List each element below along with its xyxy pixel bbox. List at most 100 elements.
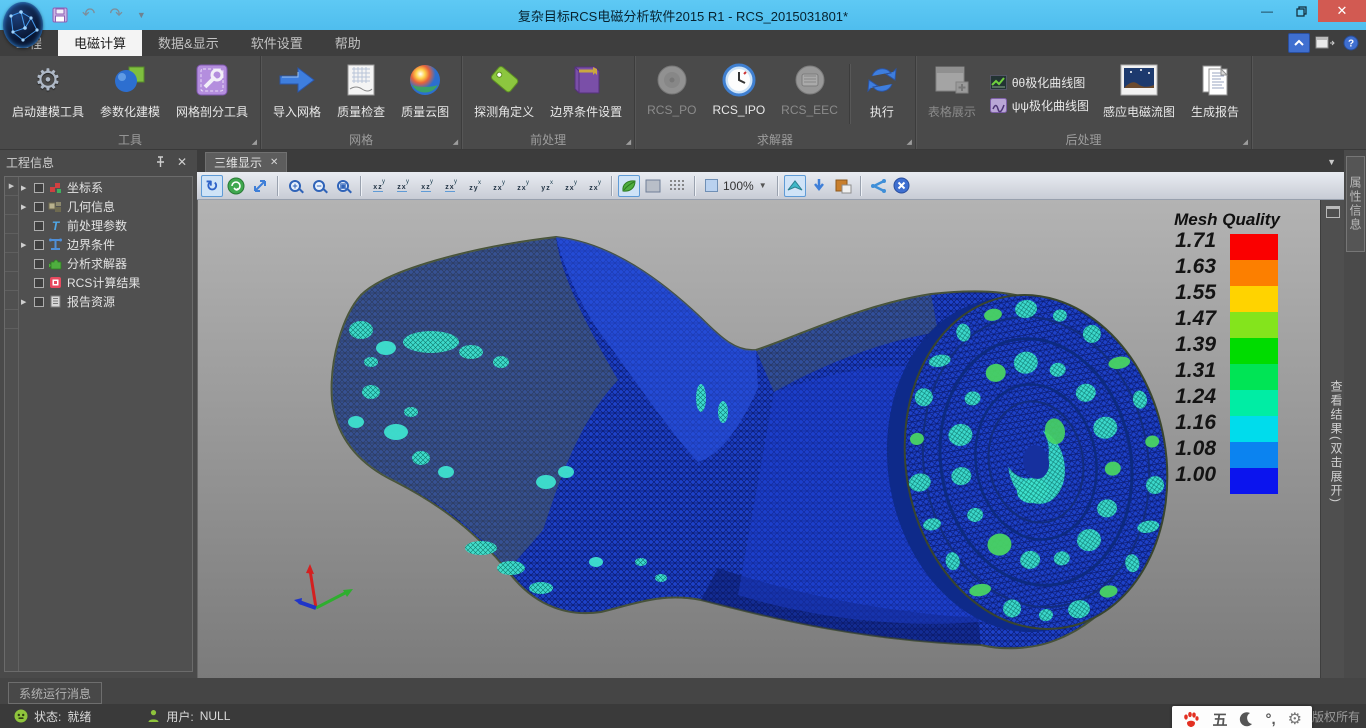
view-button-1[interactable]: yxz: [367, 175, 389, 197]
switch-window-icon[interactable]: [1314, 33, 1336, 53]
results-strip[interactable]: 查看结果(双击展开): [1320, 200, 1344, 678]
message-row: 系统运行消息: [0, 678, 1366, 704]
group-expand-icon[interactable]: ◢: [252, 138, 257, 146]
points-icon[interactable]: [666, 175, 688, 197]
tree-checkbox[interactable]: [34, 183, 44, 193]
zoom-fit-icon[interactable]: ▣: [332, 175, 354, 197]
ribbon-button-导入网格[interactable]: 导入网格: [265, 58, 329, 130]
expander-icon[interactable]: ▶: [21, 241, 30, 249]
tree-checkbox[interactable]: [34, 221, 44, 231]
menu-tab-电磁计算[interactable]: 电磁计算: [58, 30, 142, 56]
expander-icon[interactable]: ▶: [21, 203, 30, 211]
tree-checkbox[interactable]: [34, 240, 44, 250]
save-icon[interactable]: [52, 7, 68, 23]
ribbon-group-前处理: 探测角定义边界条件设置前处理◢: [462, 56, 635, 149]
restore-button[interactable]: [1284, 0, 1318, 22]
undo-icon[interactable]: ↶: [82, 5, 95, 25]
ime-toolbar[interactable]: 五 °, ⚙: [1172, 706, 1312, 728]
shade-flat-icon[interactable]: [642, 175, 664, 197]
project-panel-title: 工程信息: [6, 154, 155, 171]
menu-tab-数据&显示[interactable]: 数据&显示: [142, 30, 235, 56]
expander-icon[interactable]: ▶: [21, 184, 30, 192]
ime-wubi-mode[interactable]: 五: [1212, 709, 1227, 728]
tree-item-前处理参数[interactable]: T前处理参数: [19, 216, 192, 235]
ribbon-button-边界条件设置[interactable]: 边界条件设置: [542, 58, 630, 130]
view-button-7[interactable]: yzx: [511, 175, 533, 197]
flow-icon[interactable]: [867, 175, 889, 197]
ribbon-button-参数化建模[interactable]: 参数化建模: [92, 58, 168, 130]
tree-checkbox[interactable]: [34, 297, 44, 307]
pan-icon[interactable]: [249, 175, 271, 197]
viewport-3d[interactable]: Mesh Quality 1.711.631.551.471.391.311.2…: [197, 200, 1320, 678]
clip-icon[interactable]: [784, 175, 806, 197]
close-button[interactable]: ✕: [1318, 0, 1366, 22]
tree-checkbox[interactable]: [34, 259, 44, 269]
group-expand-icon[interactable]: ◢: [906, 138, 911, 146]
help-icon[interactable]: ?: [1340, 33, 1362, 53]
drop-arrow-icon[interactable]: [808, 175, 830, 197]
view-button-2[interactable]: yzx: [391, 175, 413, 197]
view-button-4[interactable]: yzx: [439, 175, 461, 197]
group-expand-icon[interactable]: ◢: [1243, 138, 1248, 146]
tree-item-label: 坐标系: [67, 179, 103, 196]
collapse-ribbon-icon[interactable]: [1288, 33, 1310, 53]
menu-tab-软件设置[interactable]: 软件设置: [235, 30, 319, 56]
ribbon-button-启动建模工具[interactable]: ⚙启动建模工具: [4, 58, 92, 130]
baidu-paw-icon[interactable]: [1182, 710, 1200, 728]
tree-item-几何信息[interactable]: ▶几何信息: [19, 197, 192, 216]
ribbon-group-label: 网格◢: [261, 130, 461, 149]
close-panel-icon[interactable]: ✕: [173, 155, 191, 169]
pin-icon[interactable]: [155, 156, 173, 168]
view-button-8[interactable]: xyz: [535, 175, 557, 197]
axis-triad-icon: [291, 560, 371, 622]
view-button-3[interactable]: yxz: [415, 175, 437, 197]
ribbon-button-质量检查[interactable]: 质量检查: [329, 58, 393, 130]
ribbon-button-感应电磁流图[interactable]: 感应电磁流图: [1095, 58, 1183, 130]
zoom-in-icon[interactable]: +: [284, 175, 306, 197]
ribbon-button-网格剖分工具[interactable]: 网格剖分工具: [168, 58, 256, 130]
view-button-10[interactable]: yzx: [583, 175, 605, 197]
ribbon-button-执行[interactable]: 执行: [853, 58, 911, 130]
tree-checkbox[interactable]: [34, 278, 44, 288]
ribbon-button-RCS_IPO[interactable]: RCS_IPO: [704, 58, 773, 130]
view-button-5[interactable]: xzy: [463, 175, 485, 197]
orbit-icon[interactable]: [225, 175, 247, 197]
menu-tab-帮助[interactable]: 帮助: [319, 30, 377, 56]
gear-icon: ⚙: [35, 60, 62, 100]
moon-icon[interactable]: [1239, 711, 1253, 727]
punct-icon[interactable]: °,: [1265, 711, 1275, 728]
minimize-button[interactable]: —: [1250, 0, 1284, 22]
ribbon-button-θθ极化曲线图[interactable]: θθ极化曲线图: [990, 74, 1089, 91]
scene-icon[interactable]: [832, 175, 854, 197]
ribbon-button-探测角定义[interactable]: 探测角定义: [466, 58, 542, 130]
tab-properties[interactable]: 属性信息: [1346, 156, 1365, 252]
zoom-out-icon[interactable]: −: [308, 175, 330, 197]
tree-item-报告资源[interactable]: ▶报告资源: [19, 292, 192, 311]
expander-icon[interactable]: ▶: [21, 298, 30, 306]
shade-smooth-icon[interactable]: [618, 175, 640, 197]
zoom-scale-select[interactable]: 100%▼: [701, 179, 771, 193]
tree-item-分析求解器[interactable]: 分析求解器: [19, 254, 192, 273]
tab-3d-display[interactable]: 三维显示 ✕: [205, 152, 287, 172]
ribbon-button-质量云图[interactable]: 质量云图: [393, 58, 457, 130]
legend-swatch: [1230, 364, 1278, 390]
view-button-6[interactable]: yzx: [487, 175, 509, 197]
group-expand-icon[interactable]: ◢: [453, 138, 458, 146]
group-expand-icon[interactable]: ◢: [626, 138, 631, 146]
legend-swatch: [1230, 468, 1278, 494]
tab-close-icon[interactable]: ✕: [270, 157, 278, 168]
ribbon-button-ψψ极化曲线图[interactable]: ψψ极化曲线图: [990, 97, 1089, 114]
tree-item-坐标系[interactable]: ▶ 坐标系: [19, 178, 192, 197]
tab-system-messages[interactable]: 系统运行消息: [8, 682, 102, 704]
tree-checkbox[interactable]: [34, 202, 44, 212]
gear-small-icon[interactable]: ⚙: [1288, 709, 1302, 728]
tree-item-边界条件[interactable]: ▶边界条件: [19, 235, 192, 254]
view-button-9[interactable]: yzx: [559, 175, 581, 197]
rotate-icon[interactable]: ↻: [201, 175, 223, 197]
more-icon[interactable]: ▼: [137, 5, 146, 25]
tree-item-RCS计算结果[interactable]: RCS计算结果: [19, 273, 192, 292]
cancel-icon[interactable]: [891, 175, 913, 197]
redo-icon[interactable]: ↷: [109, 5, 122, 25]
tab-list-dropdown-icon[interactable]: ▼: [1327, 157, 1336, 167]
ribbon-button-生成报告[interactable]: 生成报告: [1183, 58, 1247, 130]
